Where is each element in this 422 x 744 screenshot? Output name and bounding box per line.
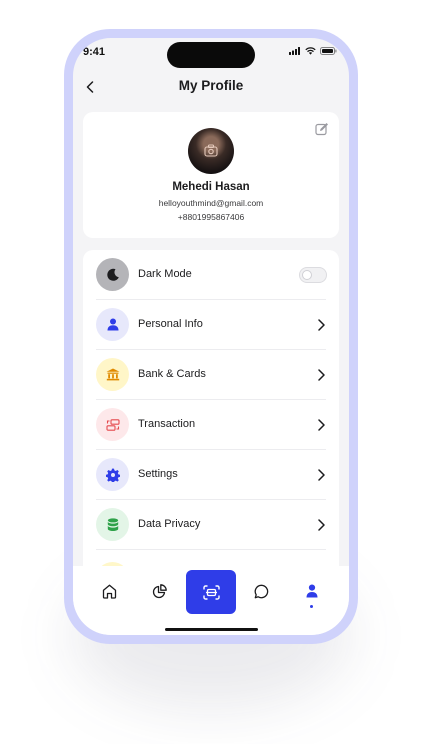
profile-email: helloyouthmind@gmail.com — [158, 198, 264, 208]
menu-label-bank-cards: Bank & Cards — [138, 368, 206, 380]
dark-mode-toggle[interactable] — [299, 267, 327, 283]
home-indicator — [165, 628, 258, 631]
menu-icon-circle — [96, 458, 129, 491]
tab-bar — [73, 566, 349, 635]
pie-chart-icon — [152, 583, 167, 598]
status-time: 9:41 — [83, 46, 106, 58]
dynamic-island — [167, 42, 255, 68]
chevron-right-icon — [315, 418, 327, 432]
menu-icon-circle — [96, 358, 129, 391]
page-title: My Profile — [178, 78, 244, 93]
chat-icon — [254, 584, 268, 598]
menu-item-data-privacy[interactable]: Data Privacy — [83, 500, 339, 550]
phone-screen: 9:41 My Profile Mehedi Hasan helloyouthm… — [73, 38, 349, 635]
menu-item-settings[interactable]: Settings — [83, 450, 339, 500]
gear-icon — [105, 468, 120, 482]
tab-analytics[interactable] — [148, 580, 170, 602]
menu-icon-circle — [96, 258, 129, 291]
database-icon — [107, 517, 118, 531]
battery-icon — [320, 47, 337, 55]
menu-label-dark-mode: Dark Mode — [138, 268, 192, 280]
moon-icon — [106, 268, 119, 281]
chevron-right-icon — [315, 318, 327, 332]
chevron-right-icon — [315, 468, 327, 482]
scan-icon — [202, 584, 220, 600]
wifi-icon — [305, 47, 316, 55]
edit-icon — [315, 123, 328, 136]
menu-label-data-privacy: Data Privacy — [138, 518, 201, 530]
tab-home[interactable] — [98, 580, 120, 602]
profile-icon — [306, 584, 318, 598]
scan-button[interactable] — [186, 570, 236, 614]
transaction-icon — [105, 418, 120, 431]
active-tab-indicator — [310, 605, 313, 608]
tab-messages[interactable] — [250, 580, 272, 602]
menu-item-bank-cards[interactable]: Bank & Cards — [83, 350, 339, 400]
menu-icon-circle — [96, 308, 129, 341]
tab-profile[interactable] — [301, 580, 323, 602]
menu-label-transaction: Transaction — [138, 418, 196, 430]
user-icon — [107, 318, 118, 331]
menu-item-transaction[interactable]: Transaction — [83, 400, 339, 450]
avatar[interactable] — [188, 128, 234, 174]
menu-icon-circle — [96, 508, 129, 541]
edit-profile-button[interactable] — [315, 122, 329, 136]
header: My Profile — [73, 72, 349, 102]
status-icons — [289, 47, 337, 55]
menu-card: Dark Mode Personal Info Bank & Cards Tra… — [83, 250, 339, 580]
divider — [96, 549, 326, 550]
menu-item-personal-info[interactable]: Personal Info — [83, 300, 339, 350]
menu-label-personal-info: Personal Info — [138, 318, 203, 330]
status-bar: 9:41 — [73, 38, 349, 68]
menu-label-settings: Settings — [138, 468, 178, 480]
menu-item-dark-mode[interactable]: Dark Mode — [83, 250, 339, 300]
bank-icon — [106, 368, 119, 381]
profile-card: Mehedi Hasan helloyouthmind@gmail.com +8… — [83, 112, 339, 238]
signal-icon — [289, 47, 300, 55]
home-icon — [102, 584, 116, 599]
chevron-right-icon — [315, 368, 327, 382]
camera-icon — [204, 144, 218, 157]
chevron-right-icon — [315, 518, 327, 532]
profile-phone: +8801995867406 — [177, 212, 245, 222]
toggle-knob — [302, 270, 312, 280]
profile-name: Mehedi Hasan — [172, 181, 250, 193]
menu-icon-circle — [96, 408, 129, 441]
